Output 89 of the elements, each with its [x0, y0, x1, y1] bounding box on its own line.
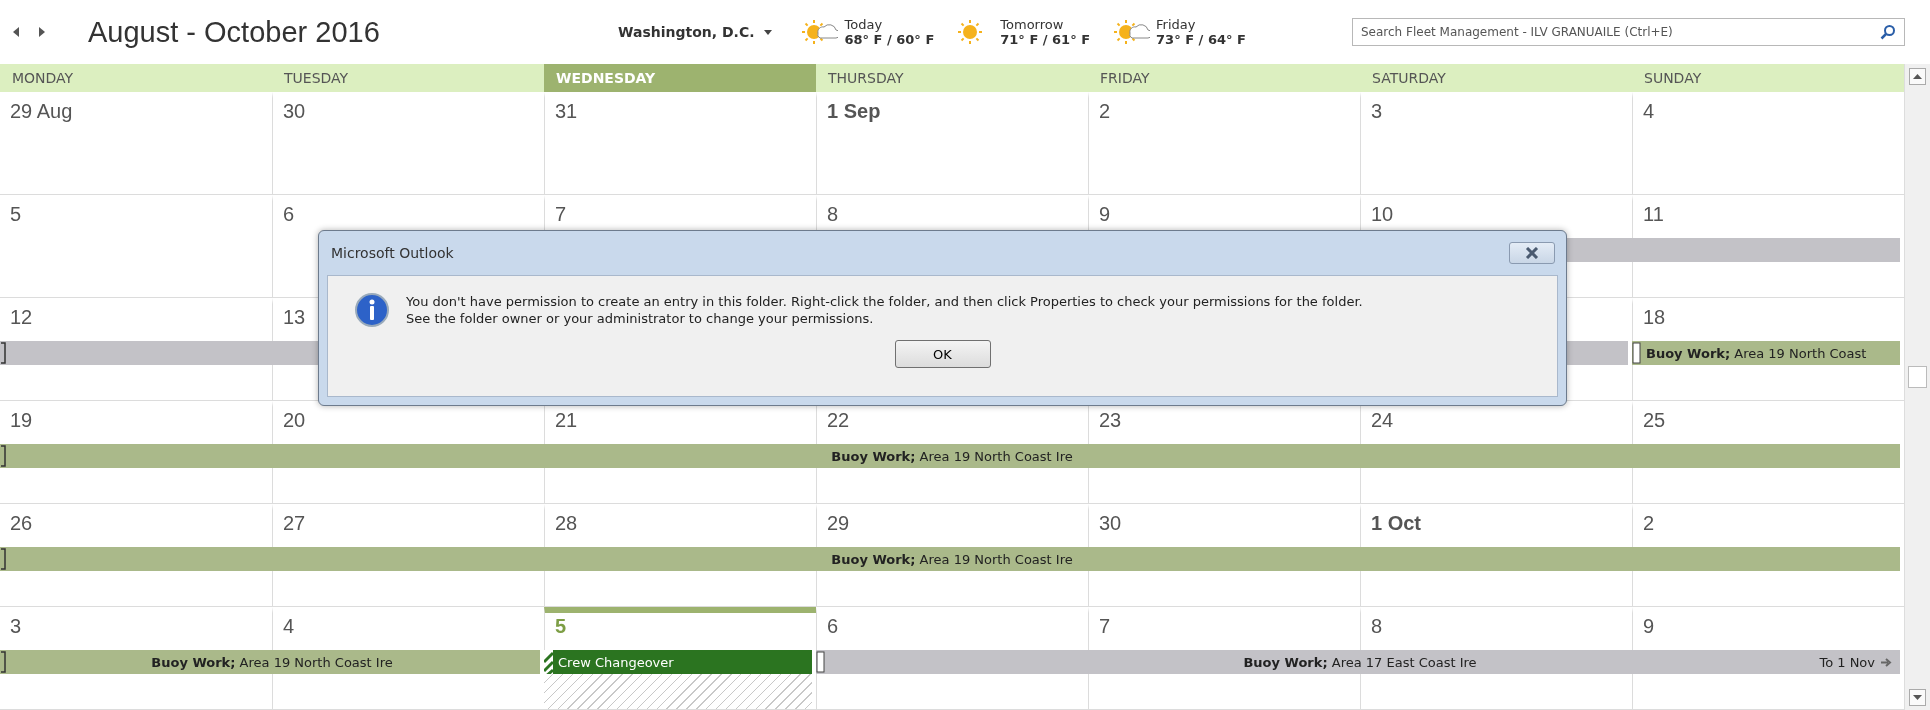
- day-number: 2: [1099, 100, 1111, 122]
- day-number: 25: [1643, 409, 1666, 431]
- event-title: Buoy Work; Area 19 North Coast Ire: [830, 551, 1073, 567]
- weekday-label: SUNDAY: [1643, 69, 1703, 88]
- event-bar[interactable]: Buoy Work; Area 19 North Coast Ire: [0, 650, 540, 674]
- dialog-message: See the folder owner or your administrator to change your permissions.: [406, 310, 875, 327]
- day-number: 3: [10, 615, 22, 637]
- day-number: 21: [555, 409, 578, 431]
- ok-button[interactable]: OK: [894, 340, 991, 368]
- weekday-label: TUESDAY: [283, 69, 350, 88]
- forecast-temperature: 73° F / 64° F: [1156, 32, 1246, 47]
- day-number: 2: [1643, 512, 1655, 534]
- day-number: 18: [1643, 306, 1666, 328]
- continuation-icon: [0, 444, 9, 468]
- day-number: 1 Sep: [827, 100, 881, 122]
- search-field[interactable]: Search Fleet Management - ILV GRANUAILE (Ctrl+E): [1352, 18, 1905, 46]
- event-title: Buoy Work; Area 19 North Coast: [1645, 345, 1867, 361]
- event-title: Buoy Work; Area 19 North Coast Ire: [150, 654, 393, 670]
- search-icon[interactable]: [1880, 24, 1896, 40]
- continuation-icon: [0, 547, 9, 571]
- day-number: 6: [283, 203, 295, 225]
- weekday-label: MONDAY: [11, 69, 75, 88]
- event-title: Crew Changeover: [557, 654, 674, 670]
- scroll-up-icon[interactable]: [1909, 68, 1926, 85]
- day-number: 7: [555, 203, 567, 225]
- day-number: 29 Aug: [10, 100, 73, 122]
- event-title: Buoy Work; Area 19 North Coast Ire: [830, 448, 1073, 464]
- day-number: 12: [10, 306, 33, 328]
- day-number: 9: [1099, 203, 1111, 225]
- dialog-message: You don't have permission to create an entry in this folder. Right-click the folder, and then click Properties to check your permissions for the folder.: [406, 293, 1363, 310]
- day-number: 9: [1643, 615, 1655, 637]
- event-bar[interactable]: Buoy Work; Area 19 North Coast Ire: [0, 444, 1900, 468]
- event-bar[interactable]: Buoy Work; Area 19 North Coast Ire: [0, 547, 1900, 571]
- day-number: 24: [1371, 409, 1394, 431]
- arrow-right-icon: [1881, 657, 1892, 667]
- event-bar[interactable]: Buoy Work; Area 17 East Coast Ire To 1 Nov: [816, 650, 1900, 674]
- day-number: 19: [10, 409, 33, 431]
- day-number: 27: [283, 512, 306, 534]
- sun-cloud-icon: [800, 17, 839, 47]
- continuation-icon: [0, 650, 9, 674]
- forecast-day: Friday: [1156, 17, 1246, 32]
- day-number: 23: [1099, 409, 1122, 431]
- day-number: 8: [1371, 615, 1383, 637]
- day-number: 4: [283, 615, 295, 637]
- close-icon: [1524, 247, 1540, 259]
- scroll-thumb[interactable]: [1908, 366, 1927, 388]
- day-number: 29: [827, 512, 850, 534]
- caret-icon: [764, 29, 773, 35]
- day-number: 4: [1643, 100, 1655, 122]
- day-number: 7: [1099, 615, 1111, 637]
- day-number: 20: [283, 409, 306, 431]
- event-bar[interactable]: Crew Changeover: [544, 650, 812, 674]
- tentative-marker-icon: [1632, 341, 1641, 365]
- forecast-day: Today: [844, 17, 935, 32]
- day-number: 30: [283, 100, 306, 122]
- forecast-day: Tomorrow: [1000, 17, 1091, 32]
- event-bar[interactable]: Buoy Work; Area 19 North Coast: [1632, 341, 1900, 365]
- location-dropdown[interactable]: Washington, D.C.: [618, 24, 773, 40]
- event-title: Buoy Work; Area 17 East Coast Ire: [1242, 654, 1477, 670]
- continuation-icon: [0, 341, 9, 365]
- day-number: 6: [827, 615, 839, 637]
- scrollbar[interactable]: [1904, 64, 1930, 710]
- day-number: 26: [10, 512, 33, 534]
- day-number: 22: [827, 409, 850, 431]
- close-button[interactable]: [1509, 242, 1555, 264]
- weekday-label: FRIDAY: [1099, 69, 1151, 88]
- day-number: 3: [1371, 100, 1383, 122]
- event-end-label: To 1 Nov: [1819, 654, 1875, 670]
- forecast-temperature: 71° F / 61° F: [1000, 32, 1091, 47]
- date-range-title: August - October 2016: [88, 15, 381, 49]
- tentative-marker-icon: [816, 650, 825, 674]
- weekday-label: SATURDAY: [1371, 69, 1447, 88]
- day-number: 11: [1643, 203, 1664, 225]
- day-number: 13: [283, 306, 306, 328]
- weekday-label: WEDNESDAY: [544, 64, 816, 92]
- day-number: 28: [555, 512, 578, 534]
- day-number: 8: [827, 203, 839, 225]
- sun-cloud-icon: [1112, 17, 1151, 47]
- day-number: 5: [555, 615, 567, 637]
- day-number: 10: [1371, 203, 1394, 225]
- weekday-label: THURSDAY: [827, 69, 905, 88]
- day-number: 1 Oct: [1371, 512, 1422, 534]
- day-number: 5: [10, 203, 22, 225]
- forecast-temperature: 68° F / 60° F: [844, 32, 935, 47]
- day-number: 30: [1099, 512, 1122, 534]
- dialog-title: Microsoft Outlook: [331, 245, 454, 261]
- info-icon: [354, 292, 390, 328]
- scroll-down-icon[interactable]: [1909, 689, 1926, 706]
- day-number: 31: [555, 100, 578, 122]
